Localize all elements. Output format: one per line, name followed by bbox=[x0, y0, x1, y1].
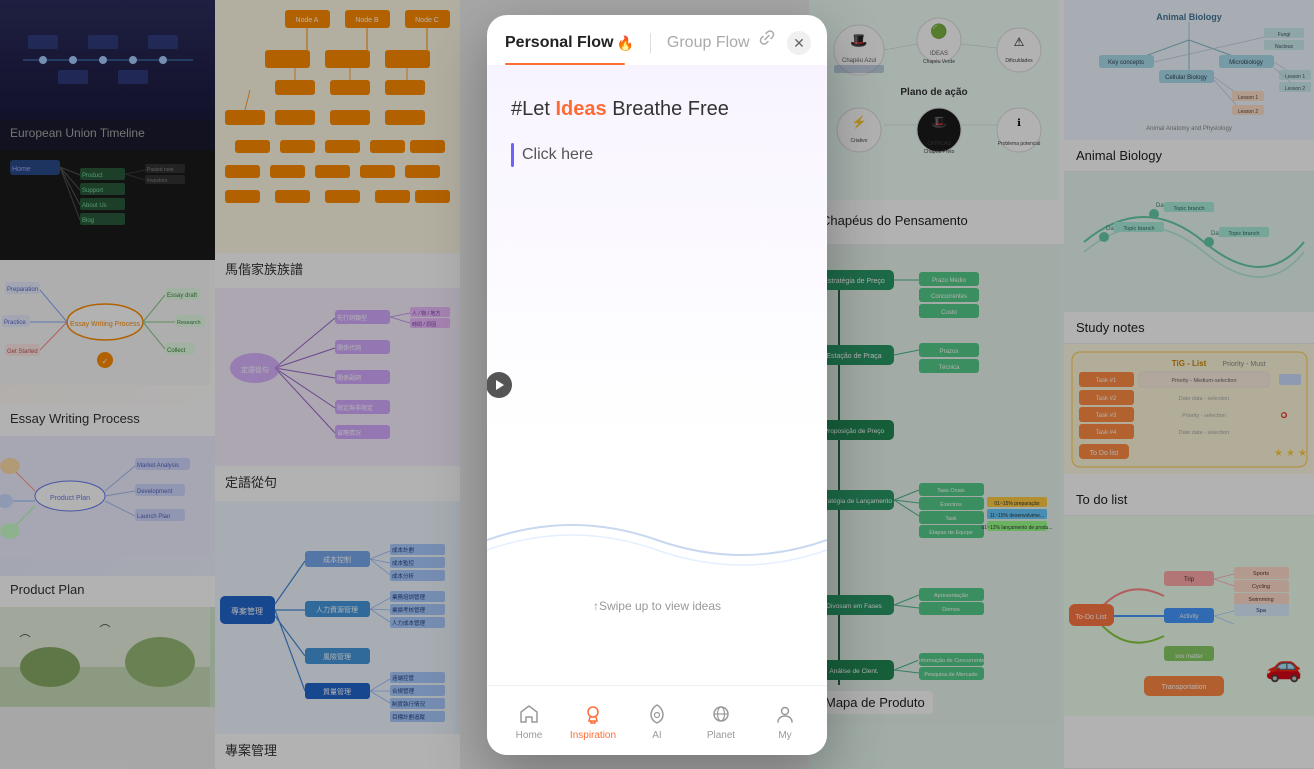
planet-icon bbox=[708, 701, 734, 727]
cta-bar bbox=[511, 143, 514, 167]
modal-header: Personal Flow 🔥 Group Flow ✕ bbox=[487, 15, 827, 65]
nav-home[interactable]: Home bbox=[497, 693, 561, 749]
link-icon[interactable] bbox=[757, 28, 777, 53]
group-flow-tab[interactable]: Group Flow bbox=[667, 34, 750, 52]
hero-cta: Click here bbox=[511, 143, 803, 167]
tab-separator bbox=[650, 33, 651, 53]
modal-play-button[interactable] bbox=[487, 372, 512, 398]
tagline-rest: Breathe Free bbox=[607, 98, 729, 120]
swipe-hint: ↑Swipe up to view ideas bbox=[487, 599, 827, 613]
bottom-navigation: Home Inspiration bbox=[487, 685, 827, 755]
inspiration-label: Inspiration bbox=[570, 730, 616, 741]
personal-flow-label: Personal Flow bbox=[505, 34, 613, 52]
group-flow-label: Group Flow bbox=[667, 34, 750, 51]
nav-inspiration[interactable]: Inspiration bbox=[561, 693, 625, 749]
home-icon bbox=[516, 701, 542, 727]
modal-hero: #Let Ideas Breathe Free Click here bbox=[487, 65, 827, 187]
my-icon bbox=[772, 701, 798, 727]
ai-label: AI bbox=[652, 730, 661, 741]
ai-icon bbox=[644, 701, 670, 727]
modal-dialog: Personal Flow 🔥 Group Flow ✕ bbox=[487, 15, 827, 755]
modal-close-button[interactable]: ✕ bbox=[787, 31, 811, 55]
modal-content: #Let Ideas Breathe Free Click here ↑Swip… bbox=[487, 65, 827, 685]
personal-flow-tab[interactable]: Personal Flow 🔥 bbox=[505, 34, 634, 52]
close-icon: ✕ bbox=[793, 35, 805, 52]
home-label: Home bbox=[516, 730, 543, 741]
tagline-ideas: Ideas bbox=[555, 98, 606, 120]
wave-decoration bbox=[487, 500, 827, 585]
nav-my[interactable]: My bbox=[753, 693, 817, 749]
planet-label: Planet bbox=[707, 730, 735, 741]
cta-text[interactable]: Click here bbox=[522, 146, 593, 164]
my-label: My bbox=[778, 730, 791, 741]
hero-tagline: #Let Ideas Breathe Free bbox=[511, 95, 803, 123]
modal-overlay[interactable]: Personal Flow 🔥 Group Flow ✕ bbox=[0, 0, 1314, 769]
nav-planet[interactable]: Planet bbox=[689, 693, 753, 749]
tagline-hash: # bbox=[511, 98, 522, 120]
nav-ai[interactable]: AI bbox=[625, 693, 689, 749]
personal-flow-emoji: 🔥 bbox=[616, 35, 633, 52]
tagline-let: Let bbox=[522, 98, 555, 120]
inspiration-icon bbox=[580, 701, 606, 727]
